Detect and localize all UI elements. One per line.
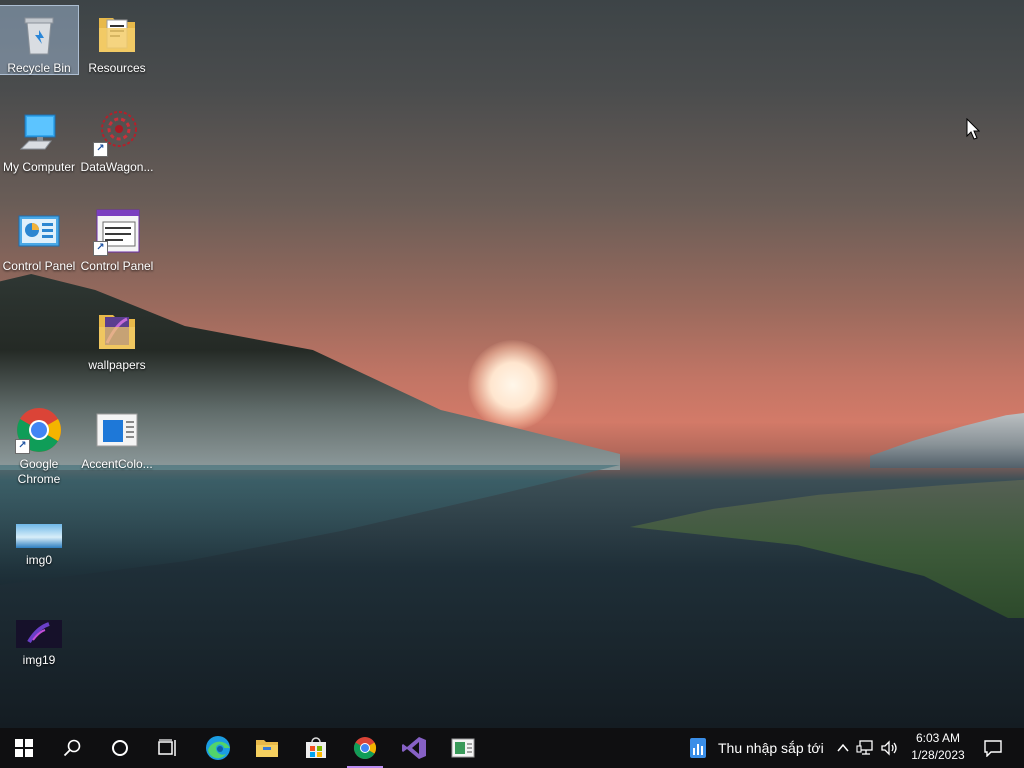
desktop-icon-img19[interactable]: img19 [0, 612, 78, 668]
chrome-icon: ↗ [15, 406, 63, 454]
accent-color-app-icon [93, 406, 141, 454]
control-panel-window-icon: ↗ [93, 208, 141, 256]
chevron-up-icon[interactable] [836, 741, 850, 755]
accent-color-taskbar-button[interactable] [439, 728, 487, 768]
wallpaper-hills-right [870, 411, 1024, 468]
system-tray [836, 728, 898, 768]
desktop-icon-label: My Computer [2, 160, 76, 174]
start-button[interactable] [0, 728, 48, 768]
news-widget-text: Thu nhập sắp tới [718, 740, 824, 756]
file-explorer-taskbar-button[interactable] [243, 728, 291, 768]
visual-studio-taskbar-button[interactable] [390, 728, 438, 768]
wallpaper-sun [468, 340, 558, 430]
shortcut-arrow-icon: ↗ [15, 439, 30, 454]
desktop-icon-label: AccentColo... [81, 457, 153, 471]
network-icon[interactable] [856, 740, 874, 756]
chrome-taskbar-button[interactable] [341, 728, 389, 768]
desktop-icon-label: wallpapers [88, 358, 146, 372]
desktop-icon-label: Resources [88, 61, 146, 75]
clock-time: 6:03 AM [915, 731, 961, 745]
chrome-icon [354, 737, 376, 759]
visual-studio-icon [402, 737, 426, 759]
notification-icon [984, 740, 1002, 757]
search-icon [63, 739, 81, 757]
store-taskbar-button[interactable] [292, 728, 340, 768]
taskbar: Thu nhập sắp tới 6:03 AM 1/28/2023 [0, 728, 1024, 768]
edge-taskbar-button[interactable] [194, 728, 242, 768]
desktop-icon-wallpapers[interactable]: wallpapers [78, 303, 156, 373]
cortana-icon [112, 740, 128, 756]
task-view-button[interactable] [144, 728, 192, 768]
control-panel-icon [15, 208, 63, 256]
datawagon-icon: ↗ [93, 109, 141, 157]
accent-color-app-icon [451, 738, 475, 758]
wallpaper-reflection [0, 465, 620, 585]
notification-center-button[interactable] [976, 728, 1010, 768]
desktop-icon-accent-color[interactable]: AccentColo... [78, 402, 156, 472]
image-thumbnail-icon [15, 616, 63, 650]
task-view-icon [158, 739, 176, 756]
desktop[interactable]: Recycle Bin Resources My Computer ↗ Data… [0, 0, 1024, 728]
desktop-icon-resources[interactable]: Resources [78, 6, 156, 76]
desktop-icon-label: img19 [22, 653, 56, 667]
desktop-icon-label: Recycle Bin [7, 61, 71, 75]
desktop-icon-label: Google Chrome [17, 457, 61, 486]
image-thumbnail-icon [15, 516, 63, 550]
news-chart-icon [690, 738, 706, 758]
desktop-icon-control-panel-shortcut[interactable]: ↗ Control Panel [78, 204, 156, 274]
edge-icon [206, 736, 230, 760]
desktop-icon-google-chrome[interactable]: ↗ Google Chrome [0, 402, 78, 487]
desktop-icon-label: img0 [25, 553, 52, 567]
desktop-icon-label: DataWagon... [80, 160, 154, 174]
desktop-icon-my-computer[interactable]: My Computer [0, 105, 78, 175]
desktop-icon-datawagon[interactable]: ↗ DataWagon... [78, 105, 156, 175]
cortana-button[interactable] [96, 728, 144, 768]
desktop-icon-label: Control Panel [80, 259, 154, 273]
store-icon [306, 737, 326, 758]
windows-logo-icon [15, 739, 33, 757]
desktop-icon-img0[interactable]: img0 [0, 512, 78, 568]
recycle-bin-icon [15, 10, 63, 58]
clock[interactable]: 6:03 AM 1/28/2023 [906, 730, 970, 766]
volume-icon[interactable] [880, 740, 898, 756]
clock-date: 1/28/2023 [911, 748, 965, 762]
desktop-icon-label: Control Panel [2, 259, 76, 273]
news-widget[interactable]: Thu nhập sắp tới [688, 728, 824, 768]
shortcut-arrow-icon: ↗ [93, 241, 108, 256]
desktop-icon-recycle-bin[interactable]: Recycle Bin [0, 5, 79, 75]
desktop-icon-control-panel[interactable]: Control Panel [0, 204, 78, 274]
wallpaper-shore [630, 478, 1024, 618]
mouse-cursor-icon [966, 118, 980, 140]
file-explorer-icon [256, 740, 278, 757]
search-button[interactable] [48, 728, 96, 768]
folder-icon [93, 307, 141, 355]
computer-icon [15, 109, 63, 157]
shortcut-arrow-icon: ↗ [93, 142, 108, 157]
folder-icon [93, 10, 141, 58]
